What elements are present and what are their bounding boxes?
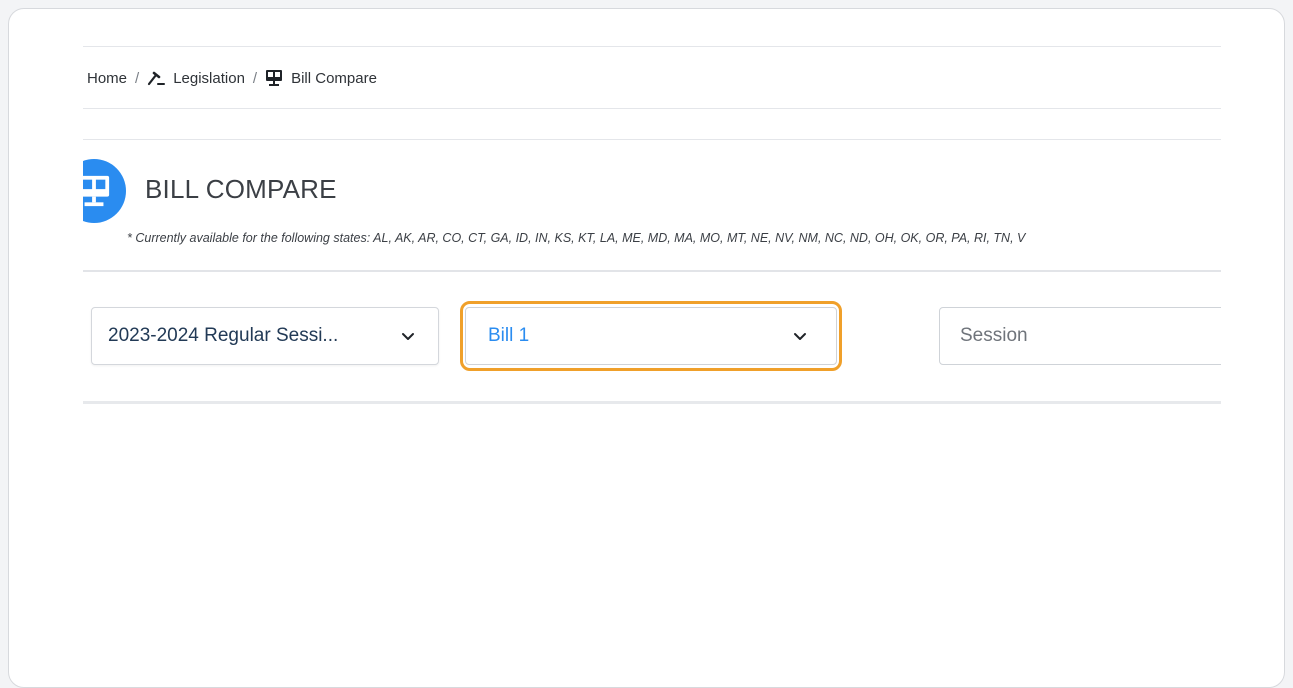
form-bottom-divider (83, 401, 1221, 404)
chevron-down-icon (794, 333, 806, 340)
bill-compare-icon (265, 69, 283, 87)
breadcrumb-separator: / (135, 69, 140, 87)
gavel-icon (147, 69, 166, 87)
availability-note: * Currently available for the following … (127, 231, 1026, 245)
screen-frame: Home / Legislation / Bill Compare BILL C… (8, 8, 1285, 688)
bill-select-value: Bill 1 (488, 325, 530, 346)
page-header: BILL COMPARE * Currently available for t… (83, 157, 1221, 257)
breadcrumb-home[interactable]: Home (87, 70, 127, 87)
breadcrumb-separator: / (252, 69, 258, 87)
page-title: BILL COMPARE (145, 174, 337, 204)
breadcrumb-current: Bill Compare (291, 69, 377, 87)
header-divider (83, 139, 1221, 140)
bill-select[interactable]: Bill 1 (465, 307, 837, 365)
breadcrumb-legislation[interactable]: Legislation (173, 70, 245, 87)
chevron-down-icon (402, 333, 414, 340)
form-divider (83, 270, 1221, 272)
breadcrumb: Home / Legislation / Bill Compare (87, 67, 377, 89)
breadcrumb-divider (83, 108, 1221, 109)
page-viewport: Home / Legislation / Bill Compare BILL C… (83, 9, 1221, 687)
session-input[interactable] (939, 307, 1221, 365)
session-select[interactable]: 2023-2024 Regular Sessi... (91, 307, 439, 365)
bill-compare-icon (83, 159, 126, 223)
session-select-value: 2023-2024 Regular Sessi... (108, 325, 339, 346)
top-divider (83, 46, 1221, 47)
